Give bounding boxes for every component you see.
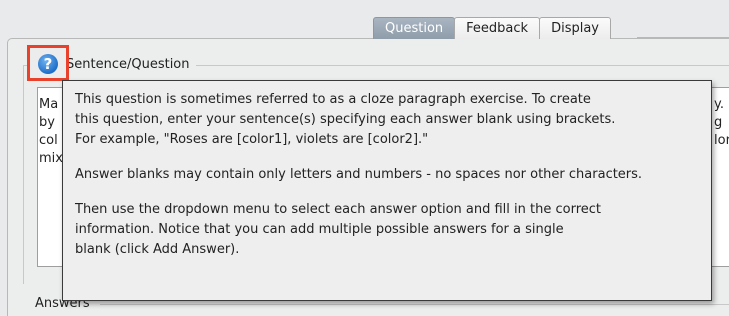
tooltip-line: Answer blanks may contain only letters a… (75, 167, 643, 182)
tooltip-line: For example, "Roses are [color1], violet… (75, 132, 429, 147)
textarea-text-fragment: by (39, 115, 55, 130)
tooltip-line: Then use the dropdown menu to select eac… (75, 202, 602, 217)
panel-divider (637, 37, 729, 38)
tooltip-line: this question, enter your sentence(s) sp… (75, 112, 616, 127)
textarea-text-fragment: y. F (714, 97, 729, 112)
textarea-text-fragment: lor (714, 133, 729, 148)
textarea-text-fragment: mix (39, 151, 63, 166)
tooltip-line: information. Notice that you can add mul… (75, 222, 564, 237)
textarea-text-fragment: col (39, 133, 58, 148)
tooltip-spacer (75, 185, 701, 200)
tooltip-line: This question is sometimes referred to a… (75, 92, 591, 107)
answers-divider (100, 304, 729, 305)
tab-feedback[interactable]: Feedback (454, 17, 541, 39)
sentence-question-legend: Sentence/Question (62, 57, 196, 73)
question-mark-icon[interactable]: ? (38, 54, 58, 74)
tab-bar: Question Feedback Display (373, 17, 611, 39)
tooltip-spacer (75, 150, 701, 165)
help-tooltip: This question is sometimes referred to a… (62, 80, 712, 301)
help-icon-highlight[interactable]: ? (27, 45, 69, 81)
tooltip-line: blank (click Add Answer). (75, 242, 240, 257)
tab-display[interactable]: Display (539, 17, 611, 39)
textarea-text-fragment: g (714, 115, 723, 130)
question-editor: Question Feedback Display Sentence/Quest… (0, 0, 729, 316)
textarea-text-fragment: Ma (39, 97, 59, 112)
tab-question[interactable]: Question (373, 17, 456, 39)
